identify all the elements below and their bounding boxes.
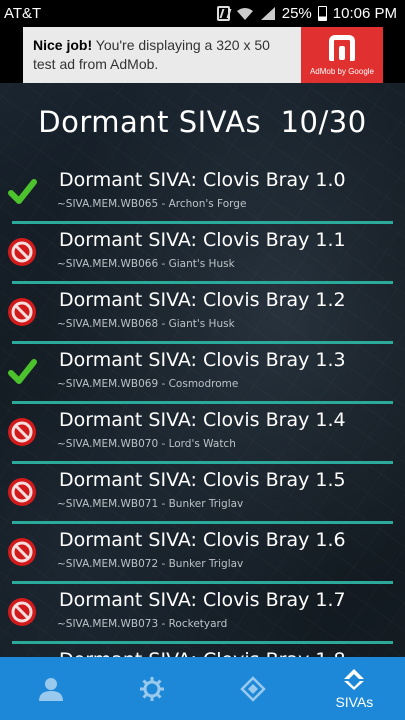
no-entry-icon	[7, 597, 37, 627]
person-icon	[38, 677, 63, 701]
diamond-emblem-icon	[240, 675, 266, 702]
siva-item-title: Dormant SIVA: Clovis Bray 1.0	[59, 169, 346, 191]
siva-item-subtitle: ~SIVA.MEM.WB065 - Archon's Forge	[57, 198, 247, 210]
status-bar: AT&T 25% 10:06 PM	[0, 0, 405, 27]
nav-item-sivas[interactable]: SIVAs	[304, 657, 405, 720]
signal-icon	[260, 7, 275, 20]
status-indicators: 25% 10:06 PM	[216, 5, 397, 22]
no-entry-icon	[7, 537, 37, 567]
page-title: Dormant SIVAs 10/30	[38, 105, 367, 139]
clock: 10:06 PM	[332, 5, 397, 22]
siva-list-item[interactable]: Dormant SIVA: Clovis Bray 1.5 ~SIVA.MEM.W…	[0, 464, 405, 524]
siva-list-item[interactable]: Dormant SIVA: Clovis Bray 1.3 ~SIVA.MEM.W…	[0, 344, 405, 404]
siva-item-title: Dormant SIVA: Clovis Bray 1.3	[59, 349, 346, 371]
ad-headline: Nice job!	[33, 37, 93, 53]
admob-brand-label: AdMob by Google	[309, 66, 375, 76]
siva-item-subtitle: ~SIVA.MEM.WB073 - Rocketyard	[57, 618, 228, 630]
main-content: Dormant SIVAs 10/30 Dormant SIVA: Clovis…	[0, 83, 405, 657]
siva-list-item[interactable]: Dormant SIVA: Clovis Bray 1.6 ~SIVA.MEM.W…	[0, 524, 405, 584]
siva-item-title: Dormant SIVA: Clovis Bray 1.2	[59, 289, 346, 311]
gear-emblem-icon	[139, 676, 164, 701]
siva-list-item[interactable]: Dormant SIVA: Clovis Bray 1.4 ~SIVA.MEM.W…	[0, 404, 405, 464]
siva-item-title: Dormant SIVA: Clovis Bray 1.6	[59, 529, 346, 551]
ad-banner[interactable]: Nice job! You're displaying a 320 x 50 t…	[23, 27, 383, 83]
nav-item-gear[interactable]	[101, 657, 202, 720]
nfc-icon	[216, 6, 230, 21]
siva-item-subtitle: ~SIVA.MEM.WB068 - Giant's Husk	[57, 318, 235, 330]
siva-item-subtitle: ~SIVA.MEM.WB066 - Giant's Husk	[57, 258, 235, 270]
siva-item-subtitle: ~SIVA.MEM.WB070 - Lord's Watch	[57, 438, 236, 450]
siva-item-subtitle: ~SIVA.MEM.WB072 - Bunker Triglav	[57, 558, 244, 570]
siva-list-item[interactable]: Dormant SIVA: Clovis Bray 1.2 ~SIVA.MEM.W…	[0, 284, 405, 344]
admob-icon	[329, 34, 355, 61]
siva-list-item[interactable]: Dormant SIVA: Clovis Bray 1.1 ~SIVA.MEM.W…	[0, 224, 405, 284]
siva-item-title: Dormant SIVA: Clovis Bray 1.1	[59, 229, 346, 251]
siva-list-item[interactable]: Dormant SIVA: Clovis Bray 1.7 ~SIVA.MEM.W…	[0, 584, 405, 644]
check-icon	[7, 177, 37, 207]
siva-item-title: Dormant SIVA: Clovis Bray 1.8	[59, 649, 346, 657]
siva-item-title: Dormant SIVA: Clovis Bray 1.7	[59, 589, 346, 611]
ad-text[interactable]: Nice job! You're displaying a 320 x 50 t…	[23, 27, 301, 83]
nav-label-sivas: SIVAs	[335, 693, 374, 710]
no-entry-icon	[7, 237, 37, 267]
battery-percent: 25%	[281, 5, 312, 22]
wifi-icon	[236, 7, 253, 20]
siva-list[interactable]: Dormant SIVA: Clovis Bray 1.0 ~SIVA.MEM.W…	[0, 164, 405, 657]
nav-item-profile[interactable]	[0, 657, 101, 720]
siva-item-subtitle: ~SIVA.MEM.WB071 - Bunker Triglav	[57, 498, 244, 510]
admob-logo[interactable]: AdMob by Google	[301, 27, 383, 83]
no-entry-icon	[7, 417, 37, 447]
siva-item-subtitle: ~SIVA.MEM.WB069 - Cosmodrome	[57, 378, 239, 390]
battery-icon	[317, 6, 327, 21]
check-icon	[7, 357, 37, 387]
siva-icon	[344, 668, 365, 690]
siva-list-item[interactable]: Dormant SIVA: Clovis Bray 1.8	[0, 644, 405, 657]
bottom-nav: SIVAs	[0, 657, 405, 720]
no-entry-icon	[7, 477, 37, 507]
no-entry-icon	[7, 297, 37, 327]
siva-item-title: Dormant SIVA: Clovis Bray 1.5	[59, 469, 346, 491]
nav-item-emblem[interactable]	[203, 657, 304, 720]
carrier-label: AT&T	[4, 5, 42, 22]
siva-item-title: Dormant SIVA: Clovis Bray 1.4	[59, 409, 346, 431]
siva-list-item[interactable]: Dormant SIVA: Clovis Bray 1.0 ~SIVA.MEM.W…	[0, 164, 405, 224]
